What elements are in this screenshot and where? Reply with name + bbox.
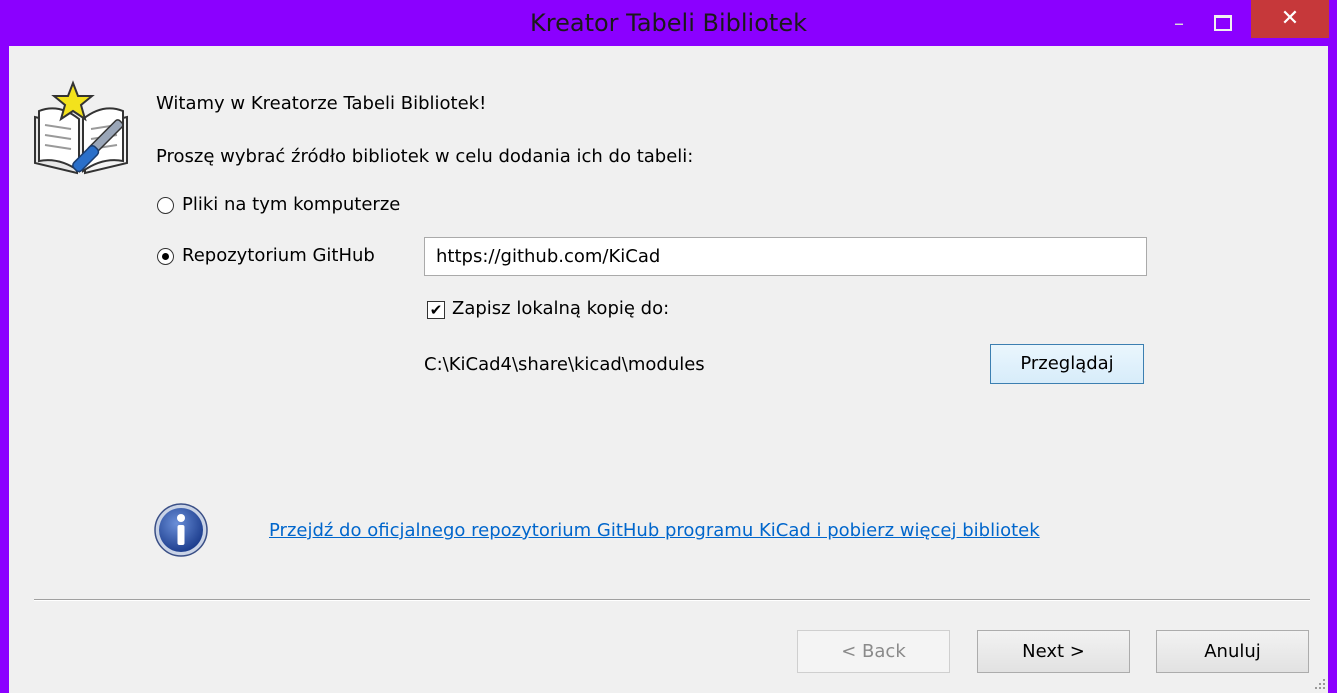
browse-button[interactable]: Przeglądaj (990, 344, 1144, 384)
maximize-button[interactable] (1214, 15, 1232, 31)
info-icon (154, 503, 208, 557)
dialog-window: Kreator Tabeli Bibliotek – ✕ Witamy w Kr… (0, 0, 1337, 693)
radio-github[interactable] (157, 248, 174, 265)
local-path-text: C:\KiCad4\share\kicad\modules (424, 354, 705, 375)
cancel-button[interactable]: Anuluj (1156, 630, 1309, 673)
wizard-page: Witamy w Kreatorze Tabeli Bibliotek! Pro… (9, 46, 1328, 693)
close-button[interactable]: ✕ (1251, 0, 1329, 38)
resize-grip-icon[interactable] (1313, 677, 1327, 691)
title-bar[interactable]: Kreator Tabeli Bibliotek – ✕ (0, 0, 1337, 46)
minimize-button[interactable]: – (1168, 12, 1190, 34)
radio-local-files[interactable] (157, 197, 174, 214)
save-local-copy-checkbox[interactable]: ✔ (427, 301, 445, 319)
github-repo-link[interactable]: Przejdź do oficjalnego repozytorium GitH… (269, 520, 1040, 541)
source-prompt: Proszę wybrać źródło bibliotek w celu do… (156, 146, 694, 167)
window-title: Kreator Tabeli Bibliotek (530, 9, 807, 37)
footer-separator (34, 599, 1310, 601)
save-local-copy-label[interactable]: Zapisz lokalną kopię do: (452, 298, 669, 319)
radio-local-files-label[interactable]: Pliki na tym komputerze (182, 194, 400, 215)
welcome-text: Witamy w Kreatorze Tabeli Bibliotek! (156, 93, 487, 114)
back-button[interactable]: < Back (797, 630, 950, 673)
github-url-input[interactable]: https://github.com/KiCad (424, 237, 1147, 276)
radio-github-label[interactable]: Repozytorium GitHub (182, 245, 375, 266)
wizard-book-icon (34, 80, 128, 175)
next-button[interactable]: Next > (977, 630, 1130, 673)
